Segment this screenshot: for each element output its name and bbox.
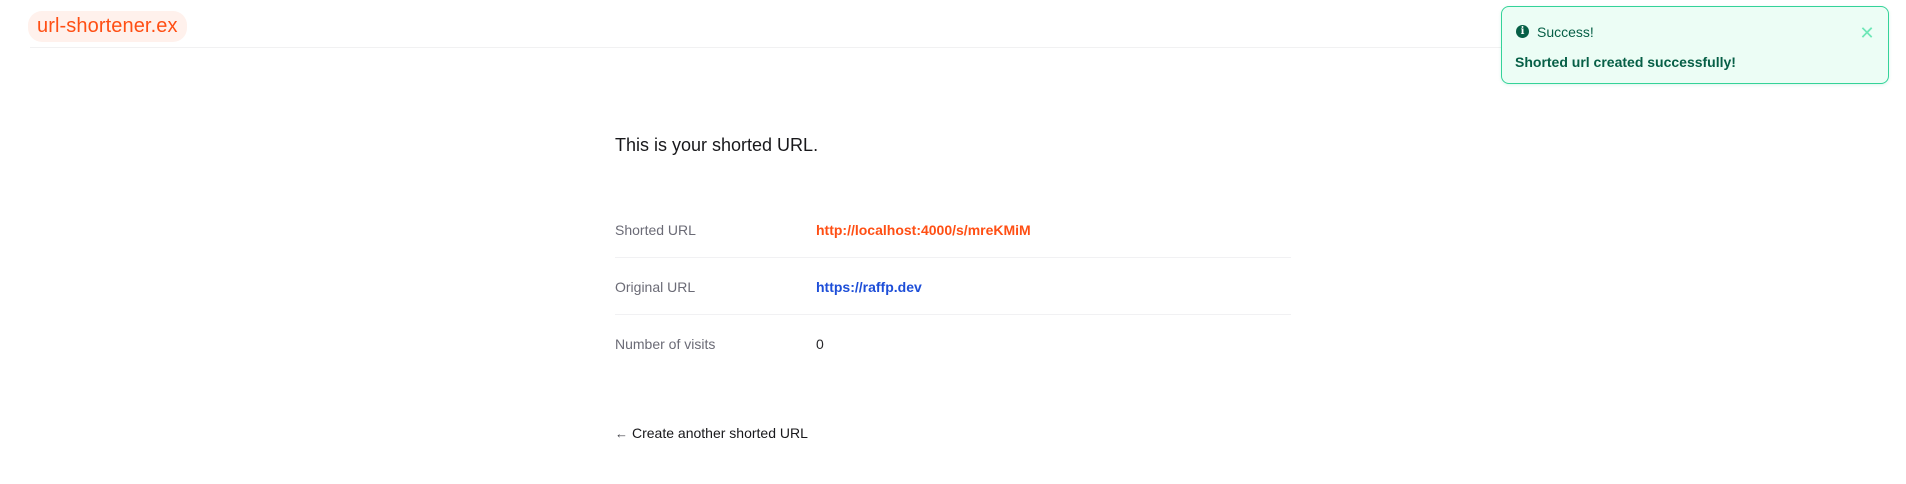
original-url-label: Original URL <box>615 279 696 295</box>
create-another-link[interactable]: ← Create another shorted URL <box>615 424 808 443</box>
visits-count: 0 <box>816 336 824 352</box>
brand-logo-link[interactable]: url-shortener.ex <box>28 11 187 42</box>
page-title: This is your shorted URL. <box>615 135 819 155</box>
success-toast: i Success! Shorted url created successfu… <box>1501 6 1889 84</box>
visits-label: Number of visits <box>615 336 716 352</box>
shorted-url-label: Shorted URL <box>615 222 696 238</box>
arrow-left-icon: ← <box>615 426 628 441</box>
detail-row-shorted-url: Shorted URL http://localhost:4000/s/mreK… <box>615 201 1291 258</box>
info-icon: i <box>1516 25 1529 38</box>
url-detail-list: Shorted URL http://localhost:4000/s/mreK… <box>615 201 1291 372</box>
close-icon[interactable]: ✕ <box>1858 24 1876 42</box>
toast-title: Success! <box>1537 24 1594 40</box>
toast-message: Shorted url created successfully! <box>1515 54 1736 70</box>
detail-row-visits: Number of visits 0 <box>615 315 1291 372</box>
original-url-link[interactable]: https://raffp.dev <box>816 278 922 296</box>
detail-row-original-url: Original URL https://raffp.dev <box>615 258 1291 315</box>
create-another-label: Create another shorted URL <box>632 425 808 441</box>
shorted-url-link[interactable]: http://localhost:4000/s/mreKMiM <box>816 221 1031 239</box>
